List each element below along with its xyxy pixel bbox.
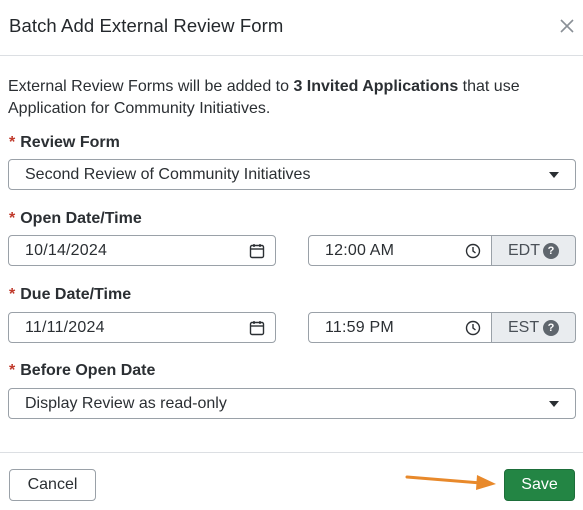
chevron-down-icon (549, 172, 559, 178)
due-time-input[interactable]: 11:59 PM (308, 312, 492, 343)
due-datetime-label: * Due Date/Time (9, 286, 132, 303)
calendar-icon[interactable] (249, 320, 265, 336)
intro-text: External Review Forms will be added to 3… (8, 78, 520, 117)
invited-count: 3 Invited Applications (293, 78, 459, 95)
calendar-icon[interactable] (249, 243, 265, 259)
clock-icon[interactable] (465, 243, 481, 259)
review-form-select[interactable]: Second Review of Community Initiatives (8, 159, 576, 190)
open-time-input[interactable]: 12:00 AM (308, 235, 492, 266)
help-icon[interactable]: ? (543, 320, 559, 336)
required-marker: * (9, 134, 16, 151)
required-marker: * (9, 286, 16, 303)
review-form-value: Second Review of Community Initiatives (25, 166, 311, 183)
open-timezone: EDT ? (491, 235, 576, 266)
footer-divider (0, 452, 583, 453)
annotation-arrow-icon (405, 475, 496, 490)
dialog-title: Batch Add External Review Form (9, 15, 284, 36)
required-marker: * (9, 210, 16, 227)
dialog-header: Batch Add External Review Form (0, 0, 583, 56)
open-date-input[interactable]: 10/14/2024 (8, 235, 276, 266)
before-open-date-select[interactable]: Display Review as read-only (8, 388, 576, 419)
close-icon[interactable] (559, 18, 575, 34)
due-timezone: EST ? (491, 312, 576, 343)
open-datetime-label: * Open Date/Time (9, 210, 142, 227)
before-open-date-value: Display Review as read-only (25, 395, 227, 412)
clock-icon[interactable] (465, 320, 481, 336)
review-form-label: * Review Form (9, 134, 120, 151)
chevron-down-icon (549, 401, 559, 407)
before-open-date-label: * Before Open Date (9, 362, 156, 379)
help-icon[interactable]: ? (543, 243, 559, 259)
save-button[interactable]: Save (504, 469, 575, 501)
due-date-input[interactable]: 11/11/2024 (8, 312, 276, 343)
cancel-button[interactable]: Cancel (9, 469, 96, 501)
required-marker: * (9, 362, 16, 379)
